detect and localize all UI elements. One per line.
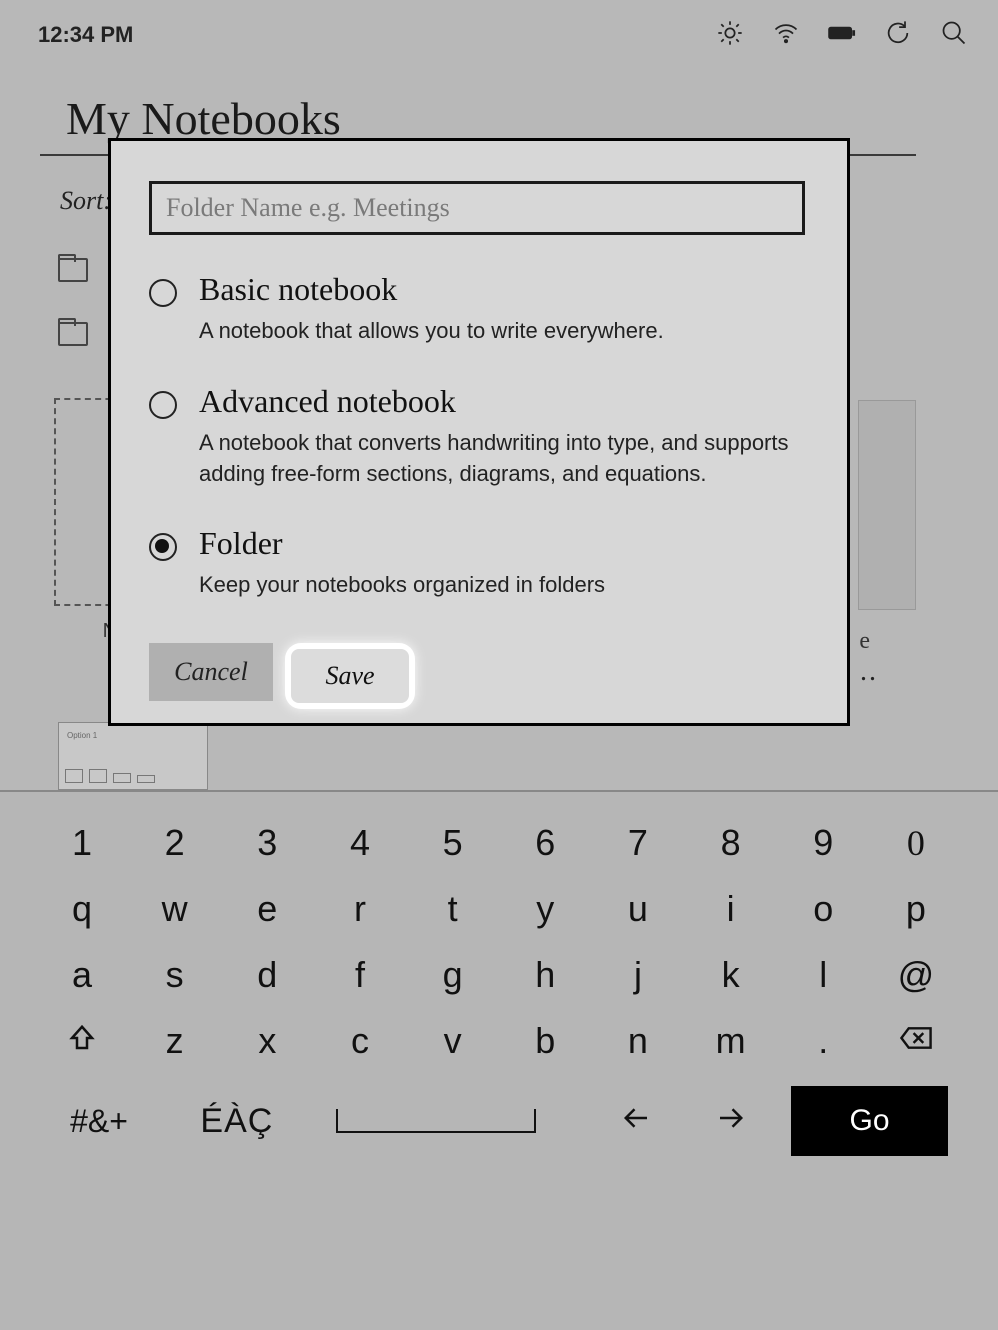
folder-row[interactable]: [58, 258, 88, 282]
notebook-title-partial: e: [859, 628, 870, 655]
key-q[interactable]: q: [50, 888, 114, 930]
key-s[interactable]: s: [143, 954, 207, 996]
search-icon[interactable]: [940, 19, 968, 52]
key-backspace[interactable]: [884, 1020, 948, 1062]
option-folder[interactable]: Folder Keep your notebooks organized in …: [149, 525, 809, 601]
key-w[interactable]: w: [143, 888, 207, 930]
option-desc: A notebook that converts handwriting int…: [199, 428, 809, 490]
status-bar: 12:34 PM: [0, 0, 998, 70]
refresh-icon[interactable]: [884, 19, 912, 52]
keyboard-row-numbers: 1 2 3 4 5 6 7 8 9 0: [50, 822, 948, 864]
key-at[interactable]: @: [884, 954, 948, 996]
option-basic-notebook[interactable]: Basic notebook A notebook that allows yo…: [149, 271, 809, 347]
status-icons: [716, 19, 968, 52]
battery-icon[interactable]: [828, 19, 856, 52]
keyboard-row-3: a s d f g h j k l @: [50, 954, 948, 996]
keyboard-row-2: q w e r t y u i o p: [50, 888, 948, 930]
save-button[interactable]: Save: [291, 649, 409, 703]
clock: 12:34 PM: [38, 22, 133, 48]
option-title: Folder: [199, 525, 809, 562]
option-title: Basic notebook: [199, 271, 809, 308]
key-h[interactable]: h: [513, 954, 577, 996]
key-a[interactable]: a: [50, 954, 114, 996]
key-x[interactable]: x: [235, 1020, 299, 1062]
notebook-menu-dots[interactable]: ..: [860, 656, 878, 688]
radio-icon: [149, 391, 177, 419]
key-z[interactable]: z: [143, 1020, 207, 1062]
folder-row[interactable]: [58, 322, 88, 346]
key-5[interactable]: 5: [421, 822, 485, 864]
on-screen-keyboard: 1 2 3 4 5 6 7 8 9 0 q w e r t y u i o p …: [0, 790, 998, 1330]
key-p[interactable]: p: [884, 888, 948, 930]
key-symbols[interactable]: #&+: [50, 1103, 148, 1140]
key-arrow-right[interactable]: [698, 1100, 761, 1142]
key-c[interactable]: c: [328, 1020, 392, 1062]
option-title: Advanced notebook: [199, 383, 809, 420]
key-6[interactable]: 6: [513, 822, 577, 864]
key-t[interactable]: t: [421, 888, 485, 930]
option-desc: A notebook that allows you to write ever…: [199, 316, 809, 347]
option-desc: Keep your notebooks organized in folders: [199, 570, 809, 601]
key-space[interactable]: [326, 1104, 546, 1138]
option-advanced-notebook[interactable]: Advanced notebook A notebook that conver…: [149, 383, 809, 490]
key-go[interactable]: Go: [791, 1086, 948, 1156]
key-u[interactable]: u: [606, 888, 670, 930]
notebook-thumbnail[interactable]: Option 1: [58, 722, 208, 790]
key-0[interactable]: 0: [884, 822, 948, 864]
key-i[interactable]: i: [699, 888, 763, 930]
key-b[interactable]: b: [513, 1020, 577, 1062]
key-shift[interactable]: [50, 1020, 114, 1062]
key-3[interactable]: 3: [235, 822, 299, 864]
key-g[interactable]: g: [421, 954, 485, 996]
key-arrow-left[interactable]: [606, 1100, 669, 1142]
key-9[interactable]: 9: [791, 822, 855, 864]
key-7[interactable]: 7: [606, 822, 670, 864]
key-o[interactable]: o: [791, 888, 855, 930]
key-k[interactable]: k: [699, 954, 763, 996]
key-2[interactable]: 2: [143, 822, 207, 864]
key-8[interactable]: 8: [699, 822, 763, 864]
key-m[interactable]: m: [699, 1020, 763, 1062]
key-f[interactable]: f: [328, 954, 392, 996]
key-r[interactable]: r: [328, 888, 392, 930]
brightness-icon[interactable]: [716, 19, 744, 52]
sort-label: Sort:: [60, 186, 112, 216]
key-e[interactable]: e: [235, 888, 299, 930]
create-item-modal: Basic notebook A notebook that allows yo…: [108, 138, 850, 726]
key-l[interactable]: l: [791, 954, 855, 996]
radio-icon: [149, 533, 177, 561]
keyboard-row-5: #&+ ÉÀÇ Go: [50, 1086, 948, 1156]
radio-icon: [149, 279, 177, 307]
folder-icon: [58, 258, 88, 282]
wifi-icon[interactable]: [772, 19, 800, 52]
key-v[interactable]: v: [421, 1020, 485, 1062]
key-period[interactable]: .: [791, 1020, 855, 1062]
modal-button-row: Cancel Save: [149, 643, 809, 709]
folder-icon: [58, 322, 88, 346]
key-1[interactable]: 1: [50, 822, 114, 864]
keyboard-row-4: z x c v b n m .: [50, 1020, 948, 1062]
key-j[interactable]: j: [606, 954, 670, 996]
folder-name-input[interactable]: [149, 181, 805, 235]
cancel-button[interactable]: Cancel: [149, 643, 273, 701]
key-y[interactable]: y: [513, 888, 577, 930]
key-accents[interactable]: ÉÀÇ: [178, 1102, 296, 1141]
save-button-highlight: Save: [285, 643, 415, 709]
key-n[interactable]: n: [606, 1020, 670, 1062]
notebook-card-partial[interactable]: [858, 400, 916, 610]
key-d[interactable]: d: [235, 954, 299, 996]
key-4[interactable]: 4: [328, 822, 392, 864]
